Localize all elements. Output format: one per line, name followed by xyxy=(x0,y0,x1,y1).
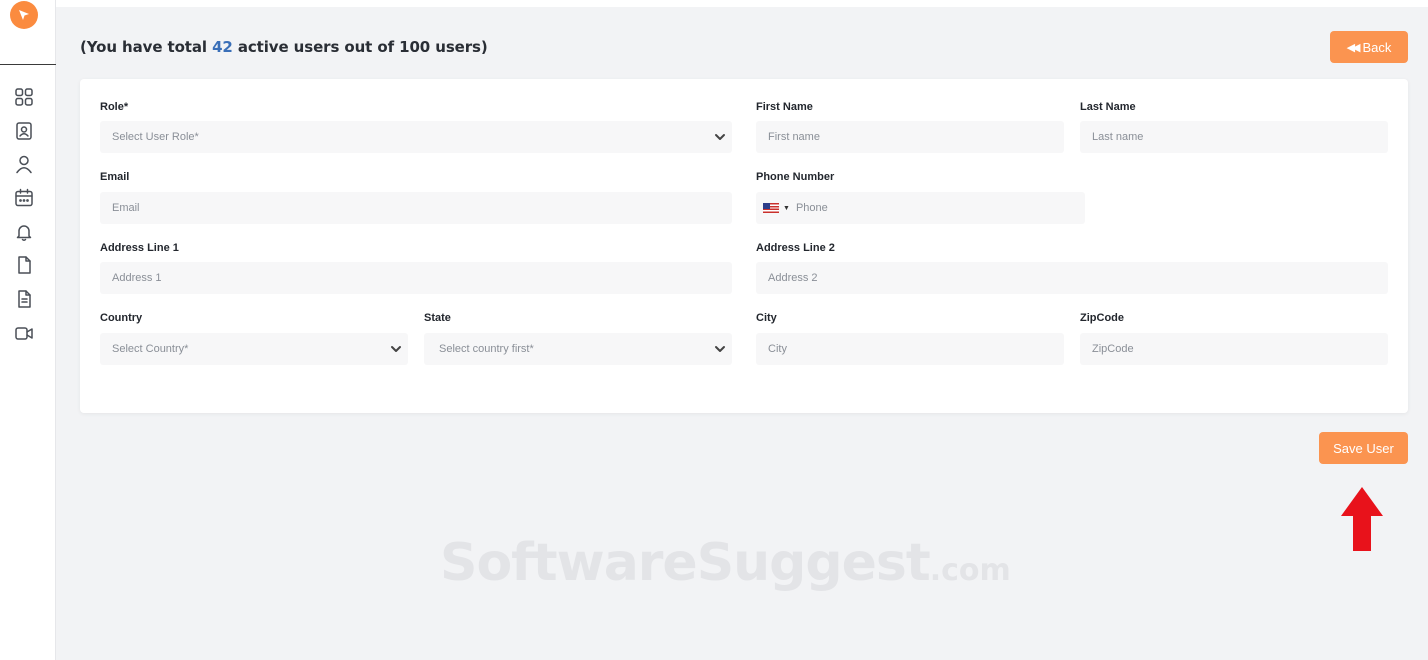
state-placeholder: Select country first* xyxy=(439,343,534,355)
address1-label: Address Line 1 xyxy=(100,242,179,254)
file-icon[interactable] xyxy=(13,254,35,276)
last-name-field[interactable]: Last name xyxy=(1080,121,1388,153)
watermark: SoftwareSuggest.com xyxy=(440,533,1011,593)
city-label: City xyxy=(756,312,777,324)
bell-icon[interactable] xyxy=(13,221,35,243)
country-select[interactable]: Select Country* xyxy=(100,333,408,365)
role-placeholder: Select User Role* xyxy=(112,131,199,143)
cursor-arrow-icon xyxy=(19,10,29,20)
us-flag-icon[interactable] xyxy=(763,203,779,213)
user-icon[interactable] xyxy=(13,153,35,175)
city-placeholder: City xyxy=(768,343,787,355)
chevron-down-icon xyxy=(714,131,726,143)
first-name-placeholder: First name xyxy=(768,131,820,143)
role-select[interactable]: Select User Role* xyxy=(100,121,732,153)
watermark-main: SoftwareSuggest xyxy=(440,533,931,593)
address1-field[interactable]: Address 1 xyxy=(100,262,732,294)
address2-placeholder: Address 2 xyxy=(768,272,818,284)
state-label: State xyxy=(424,312,451,324)
state-select[interactable]: Select country first* xyxy=(424,333,732,365)
video-camera-icon[interactable] xyxy=(13,322,35,344)
annotation-arrow-up-icon xyxy=(1341,487,1383,551)
first-name-field[interactable]: First name xyxy=(756,121,1064,153)
phone-label: Phone Number xyxy=(756,171,835,183)
document-icon[interactable] xyxy=(13,288,35,310)
app-logo[interactable] xyxy=(10,1,38,29)
country-placeholder: Select Country* xyxy=(112,343,189,355)
address1-placeholder: Address 1 xyxy=(112,272,162,284)
zipcode-placeholder: ZipCode xyxy=(1092,343,1134,355)
double-chevron-left-icon: ◀◀ xyxy=(1346,41,1361,54)
back-label: Back xyxy=(1362,39,1392,55)
zipcode-field[interactable]: ZipCode xyxy=(1080,333,1388,365)
phone-placeholder: Phone xyxy=(795,202,828,214)
active-user-count: 42 xyxy=(212,38,233,56)
last-name-placeholder: Last name xyxy=(1092,131,1144,143)
email-label: Email xyxy=(100,171,130,183)
chevron-down-icon xyxy=(390,343,402,355)
active-users-summary: (You have total 42 active users out of 1… xyxy=(80,38,488,56)
address2-label: Address Line 2 xyxy=(756,242,835,254)
first-name-label: First Name xyxy=(756,101,813,113)
back-button[interactable]: ◀◀ Back xyxy=(1330,31,1408,63)
sidebar-divider xyxy=(0,64,56,65)
calendar-icon[interactable] xyxy=(13,187,35,209)
top-strip xyxy=(56,0,1428,7)
email-field[interactable]: Email xyxy=(100,192,732,224)
city-field[interactable]: City xyxy=(756,333,1064,365)
contact-card-icon[interactable] xyxy=(13,120,35,142)
watermark-suffix: .com xyxy=(929,553,1011,588)
sidebar xyxy=(0,0,56,660)
summary-suffix: active users out of 100 users) xyxy=(232,38,488,56)
last-name-label: Last Name xyxy=(1080,101,1136,113)
save-user-label: Save User xyxy=(1333,440,1394,456)
email-placeholder: Email xyxy=(112,202,140,214)
address2-field[interactable]: Address 2 xyxy=(756,262,1388,294)
phone-field[interactable]: ▼ Phone xyxy=(756,192,1085,224)
country-label: Country xyxy=(100,312,143,324)
caret-down-icon[interactable]: ▼ xyxy=(783,205,790,212)
save-user-button[interactable]: Save User xyxy=(1319,432,1408,464)
summary-prefix: (You have total xyxy=(80,38,213,56)
chevron-down-icon xyxy=(714,343,726,355)
dashboard-grid-icon[interactable] xyxy=(13,86,35,108)
add-user-form: Role* Select User Role* First Name First… xyxy=(80,79,1408,413)
zipcode-label: ZipCode xyxy=(1080,312,1124,324)
role-label: Role* xyxy=(100,101,129,113)
